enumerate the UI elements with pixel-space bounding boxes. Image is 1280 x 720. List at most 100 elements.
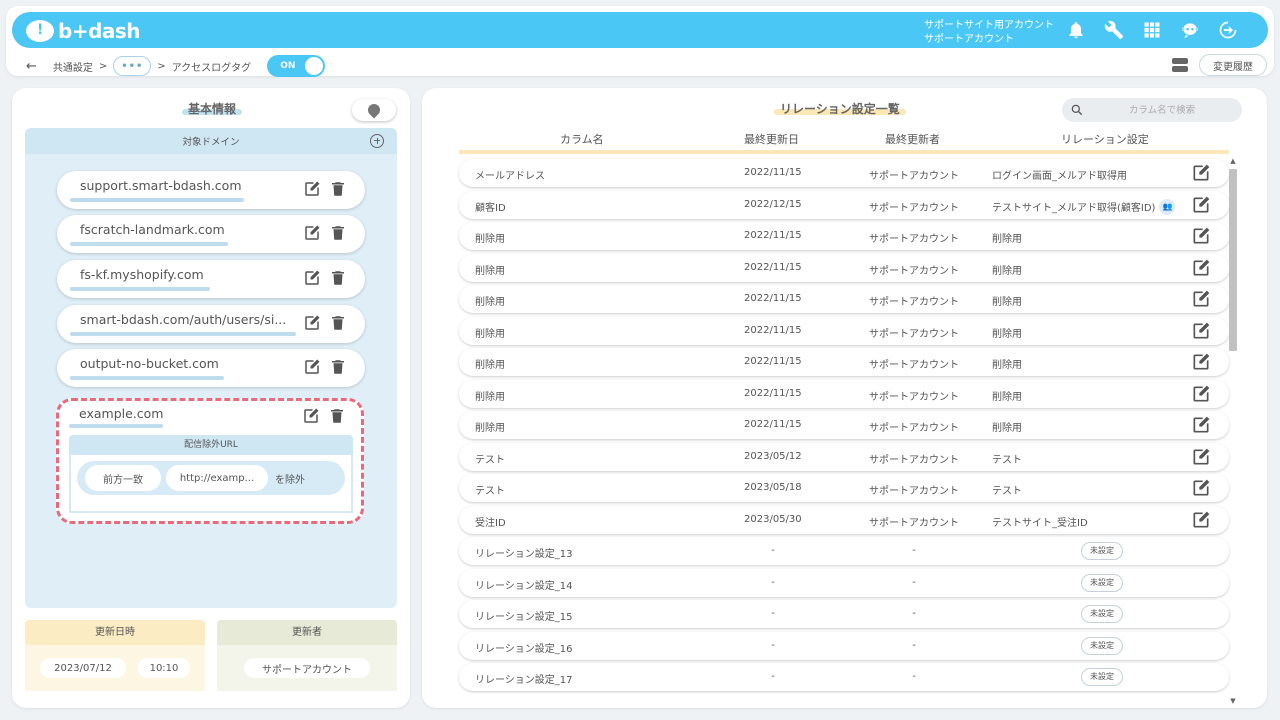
column-header-date[interactable]: 最終更新日 xyxy=(744,131,799,147)
cell-date: 2023/05/30 xyxy=(744,513,802,525)
unset-badge[interactable]: 未設定 xyxy=(1081,542,1123,560)
domain-card[interactable]: fscratch-landmark.com xyxy=(57,215,365,253)
table-row[interactable]: リレーション設定_16 - - 未設定 xyxy=(459,631,1229,660)
database-icon[interactable] xyxy=(1172,58,1188,74)
domain-text: support.smart-bdash.com xyxy=(80,178,242,193)
search-input[interactable] xyxy=(1092,101,1232,119)
table-row[interactable]: 顧客ID 2022/12/15 サポートアカウント テストサイト_メルアド取得(顧客I… xyxy=(459,190,1229,219)
plus-circle-icon[interactable] xyxy=(370,134,384,148)
expanded-domain-card[interactable]: example.com 配信除外URL 前方一致 http://examp...… xyxy=(56,398,364,524)
edit-icon[interactable] xyxy=(303,180,321,201)
domain-card[interactable]: fs-kf.myshopify.com xyxy=(57,260,365,298)
domain-card[interactable]: support.smart-bdash.com xyxy=(57,171,365,209)
table-row[interactable]: 削除用 2022/11/15 サポートアカウント 削除用 xyxy=(459,316,1229,345)
account-user: サポートアカウント xyxy=(924,34,1014,45)
edit-icon[interactable] xyxy=(1191,163,1211,183)
bell-icon[interactable] xyxy=(1064,18,1088,42)
cell-date: 2022/11/15 xyxy=(744,230,802,241)
search-icon xyxy=(1071,104,1083,116)
scrollbar[interactable]: ▲ ▼ xyxy=(1228,157,1238,705)
pin-button[interactable] xyxy=(352,99,396,121)
scroll-up-icon[interactable]: ▲ xyxy=(1228,157,1238,165)
edit-icon[interactable] xyxy=(303,224,321,245)
trash-icon[interactable] xyxy=(329,180,347,201)
breadcrumb-more-button[interactable]: ••• xyxy=(113,56,152,76)
edit-icon[interactable] xyxy=(1191,352,1211,372)
edit-icon[interactable] xyxy=(303,314,321,335)
cell-column-name: リレーション設定_16 xyxy=(475,643,573,655)
edit-icon[interactable] xyxy=(302,407,320,428)
edit-icon[interactable] xyxy=(1191,478,1211,498)
cell-relation-text: テスト xyxy=(992,454,1022,466)
unset-badge[interactable]: 未設定 xyxy=(1081,573,1123,592)
scroll-down-icon[interactable]: ▼ xyxy=(1228,697,1238,705)
exclusion-url-field[interactable]: http://examp... xyxy=(166,465,268,491)
table-row[interactable]: メールアドレス 2022/11/15 サポートアカウント ログイン画面_メルアド取得用 xyxy=(459,159,1229,187)
table-row[interactable]: 削除用 2022/11/15 サポートアカウント 削除用 xyxy=(459,379,1229,408)
table-row[interactable]: 受注ID 2023/05/30 サポートアカウント テストサイト_受注ID xyxy=(459,505,1229,534)
trash-icon[interactable] xyxy=(329,358,347,379)
domain-underline xyxy=(70,376,224,380)
column-header-user[interactable]: 最終更新者 xyxy=(885,131,940,147)
edit-icon[interactable] xyxy=(1191,415,1211,435)
edit-icon[interactable] xyxy=(1191,195,1211,215)
table-row[interactable]: リレーション設定_14 - - 未設定 xyxy=(459,568,1229,597)
column-header-name[interactable]: カラム名 xyxy=(560,131,604,147)
robot-icon[interactable] xyxy=(1178,18,1202,42)
table-row[interactable]: 削除用 2022/11/15 サポートアカウント 削除用 xyxy=(459,411,1229,439)
logout-icon[interactable] xyxy=(1216,18,1240,42)
cell-date: 2022/12/15 xyxy=(744,198,802,210)
back-arrow-icon[interactable]: ← xyxy=(26,59,37,74)
card-actions xyxy=(302,407,346,428)
edit-icon[interactable] xyxy=(303,269,321,290)
edit-icon[interactable] xyxy=(1191,321,1211,341)
table-row[interactable]: 削除用 2022/11/15 サポートアカウント 削除用 xyxy=(459,222,1229,250)
on-off-toggle[interactable]: ON xyxy=(267,55,326,77)
header: b+dash サポートサイト用アカウント サポートアカウント ← xyxy=(6,6,1274,77)
change-history-button[interactable]: 変更履歴 xyxy=(1199,54,1267,76)
table-row[interactable]: リレーション設定_13 - - 未設定 xyxy=(459,537,1229,565)
match-type-select[interactable]: 前方一致 xyxy=(85,465,161,491)
edit-icon[interactable] xyxy=(1191,510,1211,530)
grid-icon[interactable] xyxy=(1140,18,1164,42)
breadcrumb-common-settings[interactable]: 共通設定 xyxy=(53,59,93,74)
table-row[interactable]: リレーション設定_17 - - 未設定 xyxy=(459,663,1229,691)
cell-relation: テストサイト_メルアド取得(顧客ID) 👥 xyxy=(992,198,1176,216)
table-row[interactable]: テスト 2023/05/12 サポートアカウント テスト xyxy=(459,442,1229,471)
unset-badge[interactable]: 未設定 xyxy=(1081,636,1123,655)
trash-icon[interactable] xyxy=(329,314,347,335)
trash-icon[interactable] xyxy=(328,407,346,428)
scroll-thumb[interactable] xyxy=(1229,169,1237,351)
table-row[interactable]: リレーション設定_15 - - 未設定 xyxy=(459,600,1229,628)
table-row[interactable]: テスト 2023/05/18 サポートアカウント テスト xyxy=(459,474,1229,502)
cell-column-name: メールアドレス xyxy=(475,171,545,182)
edit-icon[interactable] xyxy=(1191,289,1211,309)
cell-relation-text: テストサイト_受注ID xyxy=(992,517,1088,529)
trash-icon[interactable] xyxy=(329,269,347,290)
domain-text: fscratch-landmark.com xyxy=(80,222,225,237)
trash-icon[interactable] xyxy=(329,224,347,245)
domain-card[interactable]: smart-bdash.com/auth/users/si... xyxy=(57,305,365,343)
cell-relation-text: テスト xyxy=(992,486,1022,497)
column-header-relation[interactable]: リレーション設定 xyxy=(1061,131,1149,147)
unset-badge[interactable]: 未設定 xyxy=(1081,668,1123,686)
logo[interactable]: b+dash xyxy=(26,19,141,43)
domain-card[interactable]: output-no-bucket.com xyxy=(57,349,365,387)
table-row[interactable]: 削除用 2022/11/15 サポートアカウント 削除用 xyxy=(459,285,1229,313)
edit-icon[interactable] xyxy=(1191,226,1211,246)
logo-icon xyxy=(26,20,54,42)
updated-at-box: 更新日時 2023/07/12 10:10 xyxy=(25,620,205,691)
unset-badge[interactable]: 未設定 xyxy=(1081,605,1123,623)
account-info[interactable]: サポートサイト用アカウント サポートアカウント xyxy=(924,19,1054,47)
table-row[interactable]: 削除用 2022/11/15 サポートアカウント 削除用 xyxy=(459,253,1229,282)
edit-icon[interactable] xyxy=(1191,384,1211,404)
cell-relation-text: 削除用 xyxy=(992,265,1022,277)
cell-date: 2022/11/15 xyxy=(744,324,802,336)
edit-icon[interactable] xyxy=(1191,258,1211,278)
column-search[interactable] xyxy=(1062,98,1242,122)
exclusion-rule: 前方一致 http://examp... を除外 xyxy=(77,461,345,495)
table-row[interactable]: 削除用 2022/11/15 サポートアカウント 削除用 xyxy=(459,348,1229,376)
edit-icon[interactable] xyxy=(303,358,321,379)
edit-icon[interactable] xyxy=(1191,447,1211,467)
wrench-icon[interactable] xyxy=(1102,18,1126,42)
